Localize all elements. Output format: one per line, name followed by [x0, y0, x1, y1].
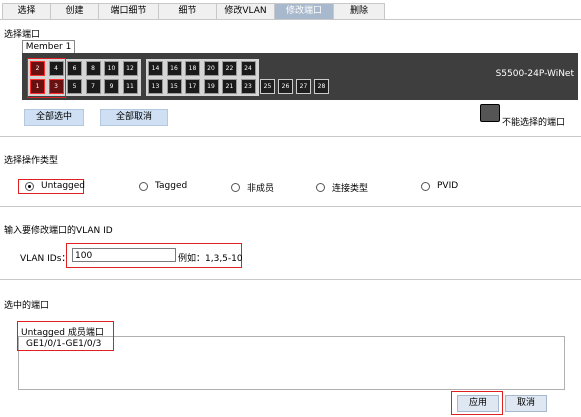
tab-delete[interactable]: 删除	[333, 3, 385, 20]
tab-select[interactable]: 选择	[2, 3, 50, 20]
port-8[interactable]: 8	[85, 61, 101, 76]
untagged-member-ports-title: Untagged 成员端口	[21, 328, 104, 338]
radio-tagged[interactable]: Tagged	[139, 181, 187, 191]
selected-ports-value: GE1/0/1-GE1/0/3	[26, 339, 102, 349]
device-model: S5500-24P-WiNet	[495, 69, 574, 79]
divider	[0, 279, 581, 280]
tab-bar: 选择 创建 端口细节 细节 修改VLAN 修改端口 删除	[2, 3, 385, 20]
port-5[interactable]: 5	[67, 79, 82, 94]
selected-ports-panel-highlight	[27, 58, 66, 98]
port-14[interactable]: 14	[148, 61, 163, 76]
port-28[interactable]: 28	[314, 79, 329, 94]
port-27[interactable]: 27	[296, 79, 311, 94]
radio-non-member[interactable]: 非成员	[231, 181, 274, 194]
radio-link-type[interactable]: 连接类型	[316, 181, 368, 194]
vlan-example: 例如：1,3,5-10	[178, 254, 243, 264]
port-7[interactable]: 7	[85, 79, 101, 94]
port-25[interactable]: 25	[260, 79, 275, 94]
port-9[interactable]: 9	[104, 79, 119, 94]
divider	[0, 206, 581, 207]
port-19[interactable]: 19	[203, 79, 219, 94]
selected-ports-title: 选中的端口	[4, 301, 50, 311]
unselectable-port-legend: 不能选择的端口	[502, 118, 566, 128]
divider	[0, 136, 581, 137]
port-16[interactable]: 16	[166, 61, 182, 76]
select-ports-title: 选择端口	[4, 30, 41, 40]
port-15[interactable]: 15	[166, 79, 182, 94]
tab-underline	[0, 19, 581, 20]
port-17[interactable]: 17	[185, 79, 200, 94]
operation-title: 选择操作类型	[4, 156, 59, 166]
radio-icon[interactable]	[316, 183, 325, 192]
switch-panel: S5500-24P-WiNet 2 4 6 8 10 12 14 16 18 20 22 24 1 3 5 7…	[22, 53, 578, 100]
unselectable-port-legend-icon	[480, 104, 500, 122]
tab-modify-vlan[interactable]: 修改VLAN	[216, 3, 274, 20]
port-22[interactable]: 22	[222, 61, 237, 76]
port-6[interactable]: 6	[67, 61, 82, 76]
radio-untagged[interactable]: Untagged	[25, 181, 85, 191]
radio-label: PVID	[437, 181, 459, 191]
apply-button[interactable]: 应用	[457, 395, 499, 412]
port-18[interactable]: 18	[185, 61, 200, 76]
radio-pvid[interactable]: PVID	[421, 181, 458, 191]
port-11[interactable]: 11	[122, 79, 138, 94]
tab-port-detail[interactable]: 端口细节	[98, 3, 158, 20]
vlan-ids-label: VLAN IDs：	[20, 254, 71, 264]
tab-detail[interactable]: 细节	[158, 3, 216, 20]
port-13[interactable]: 13	[148, 79, 163, 94]
radio-icon[interactable]	[139, 181, 148, 191]
port-21[interactable]: 21	[222, 79, 237, 94]
port-24[interactable]: 24	[240, 61, 256, 76]
member-tab[interactable]: Member 1	[22, 40, 75, 54]
radio-icon[interactable]	[421, 181, 430, 191]
select-all-button[interactable]: 全部选中	[24, 109, 84, 126]
vlan-title: 输入要修改端口的VLAN ID	[4, 226, 113, 236]
port-20[interactable]: 20	[203, 61, 219, 76]
tab-modify-port[interactable]: 修改端口	[274, 3, 333, 20]
port-12[interactable]: 12	[122, 61, 138, 76]
tab-create[interactable]: 创建	[50, 3, 98, 20]
radio-label: 非成员	[247, 184, 275, 194]
radio-icon[interactable]	[231, 183, 240, 192]
cancel-button[interactable]: 取消	[505, 395, 547, 412]
vlan-ids-input[interactable]: 100	[72, 248, 176, 262]
radio-label: Tagged	[155, 181, 188, 191]
radio-checked-icon[interactable]	[25, 181, 34, 191]
port-10[interactable]: 10	[104, 61, 119, 76]
port-23[interactable]: 23	[240, 79, 256, 94]
port-26[interactable]: 26	[278, 79, 293, 94]
deselect-all-button[interactable]: 全部取消	[100, 109, 168, 126]
radio-label: Untagged	[41, 181, 86, 191]
radio-label: 连接类型	[332, 184, 369, 194]
